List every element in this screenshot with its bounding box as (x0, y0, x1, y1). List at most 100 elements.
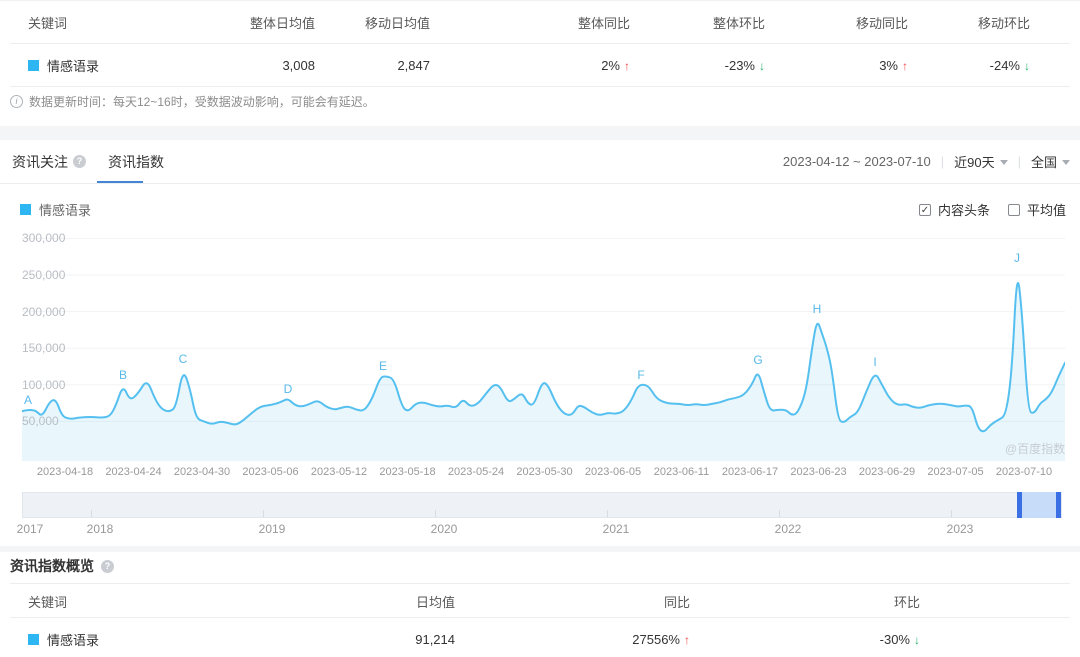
brush-handle-left[interactable] (1017, 492, 1022, 518)
checkbox-label: 内容头条 (938, 200, 990, 219)
keyword-label: 情感语录 (47, 56, 99, 75)
region-dropdown-value: 全国 (1031, 152, 1057, 171)
help-icon[interactable]: ? (73, 155, 86, 168)
brush-year-tick (91, 510, 92, 517)
brush-year-tick (263, 510, 264, 517)
note-text: 数据更新时间：每天12~16时，受数据波动影响，可能会有延迟。 (29, 93, 375, 110)
help-icon[interactable]: ? (101, 560, 114, 573)
checkbox-checked-icon[interactable]: ✓ (919, 204, 931, 216)
x-axis-label: 2023-06-11 (654, 466, 709, 478)
x-axis-label: 2023-06-17 (722, 466, 778, 478)
peak-label-E: E (379, 359, 387, 373)
info-icon: i (10, 95, 23, 108)
peak-label-A: A (24, 393, 32, 407)
checkbox-average[interactable]: 平均值 (1008, 200, 1066, 219)
checkbox-label: 平均值 (1027, 200, 1066, 219)
trend-chart-svg[interactable] (22, 225, 1065, 465)
keyword-legend-square (28, 60, 39, 71)
separator: | (1018, 154, 1021, 169)
timeline-year-2021: 2021 (603, 522, 630, 536)
col-header-overall-avg: 整体日均值 (228, 13, 315, 32)
brush-selection[interactable] (1017, 492, 1061, 518)
checkbox-content-headline[interactable]: ✓ 内容头条 (919, 200, 990, 219)
col-header-overall-mom: 整体环比 (630, 13, 765, 32)
overall-mom-value: -23%↓ (630, 58, 765, 73)
baidu-index-dashboard: 关键词 整体日均值 移动日均值 整体同比 整体环比 移动同比 移动环比 情感语录… (0, 0, 1080, 657)
summary-table-header-row: 关键词 整体日均值 移动日均值 整体同比 整体环比 移动同比 移动环比 (0, 1, 1080, 43)
series-legend-label: 情感语录 (39, 200, 91, 219)
x-axis-label: 2023-04-18 (37, 466, 93, 478)
checkbox-unchecked-icon[interactable] (1008, 204, 1020, 216)
mobile-avg-value: 2,847 (315, 58, 430, 73)
peak-label-H: H (813, 302, 822, 316)
brush-year-tick (779, 510, 780, 517)
x-axis-label: 2023-05-24 (448, 466, 504, 478)
timeline-year-2023: 2023 (947, 522, 974, 536)
peak-label-B: B (119, 368, 127, 382)
period-dropdown-value: 近90天 (954, 152, 994, 171)
x-axis-label: 2023-06-23 (790, 466, 846, 478)
x-axis-label: 2023-04-24 (105, 466, 161, 478)
region-dropdown[interactable]: 全国 (1031, 152, 1070, 171)
tabbar-divider (0, 183, 1080, 184)
brush-handle-right[interactable] (1056, 492, 1061, 518)
x-axis-label: 2023-05-30 (516, 466, 572, 478)
series-legend-square (20, 204, 31, 215)
timeline-year-2022: 2022 (775, 522, 802, 536)
y-axis-label: 150,000 (22, 341, 65, 355)
col-header-overall-yoy: 整体同比 (430, 13, 630, 32)
x-axis-label: 2023-05-06 (242, 466, 298, 478)
y-axis-label: 200,000 (22, 305, 65, 319)
data-update-note: i 数据更新时间：每天12~16时，受数据波动影响，可能会有延迟。 (10, 93, 375, 110)
timeline-year-2020: 2020 (431, 522, 458, 536)
overall-yoy-value: 2%↑ (430, 58, 630, 73)
timeline-year-2019: 2019 (259, 522, 286, 536)
ov-yoy-value: 27556%↑ (455, 632, 690, 647)
peak-label-F: F (637, 368, 644, 382)
y-axis-label: 250,000 (22, 268, 65, 282)
overview-header-row: 关键词 日均值 同比 环比 (0, 586, 1080, 616)
tab-news-index-label: 资讯指数 (108, 152, 164, 172)
range-controls: 2023-04-12 ~ 2023-07-10 | 近90天 | 全国 (783, 140, 1070, 183)
tab-news-attention[interactable]: 资讯关注 ? (12, 152, 86, 172)
col-header-mobile-mom: 移动环比 (908, 13, 1030, 32)
overview-data-row: 情感语录 91,214 27556%↑ -30%↓ (0, 618, 1080, 657)
ov-avg-value: 91,214 (228, 632, 455, 647)
overview-title: 资讯指数概览 (10, 556, 94, 576)
ov-col-keyword: 关键词 (0, 592, 228, 611)
timeline-brush[interactable] (22, 492, 1062, 518)
tab-news-index[interactable]: 资讯指数 (108, 152, 164, 172)
y-axis-label: 50,000 (22, 414, 59, 428)
x-axis-label: 2023-07-05 (927, 466, 983, 478)
keyword-legend-square (28, 634, 39, 645)
watermark: @百度指数 (1005, 440, 1065, 457)
ov-col-yoy: 同比 (455, 592, 690, 611)
date-range-text: 2023-04-12 ~ 2023-07-10 (783, 154, 931, 169)
timeline-year-2018: 2018 (87, 522, 114, 536)
separator: | (941, 154, 944, 169)
keyword-summary-card: 关键词 整体日均值 移动日均值 整体同比 整体环比 移动同比 移动环比 情感语录… (0, 0, 1080, 126)
series-area (22, 283, 1065, 461)
overview-card: 资讯指数概览 ? 关键词 日均值 同比 环比 情感语录 91,214 27556… (0, 552, 1080, 657)
x-axis-label: 2023-07-10 (996, 466, 1052, 478)
ov-mom-value: -30%↓ (690, 632, 920, 647)
active-tab-underline (97, 181, 143, 183)
overall-avg-value: 3,008 (228, 58, 315, 73)
brush-year-tick (435, 510, 436, 517)
chart-legend: 情感语录 (20, 200, 91, 219)
x-axis-label: 2023-06-29 (859, 466, 915, 478)
y-axis-label: 300,000 (22, 231, 65, 245)
chevron-down-icon (1000, 160, 1008, 165)
ov-col-avg: 日均值 (228, 592, 455, 611)
ov-col-mom: 环比 (690, 592, 920, 611)
overview-title-row: 资讯指数概览 ? (10, 556, 114, 576)
chevron-down-icon (1062, 160, 1070, 165)
peak-label-J: J (1014, 251, 1020, 265)
x-axis-label: 2023-04-30 (174, 466, 230, 478)
timeline-year-2017: 2017 (17, 522, 44, 536)
ov-mom-arrow-icon: ↓ (914, 633, 920, 647)
peak-label-D: D (284, 382, 293, 396)
col-header-keyword: 关键词 (0, 13, 228, 32)
period-dropdown[interactable]: 近90天 (954, 152, 1007, 171)
col-header-mobile-avg: 移动日均值 (315, 13, 430, 32)
